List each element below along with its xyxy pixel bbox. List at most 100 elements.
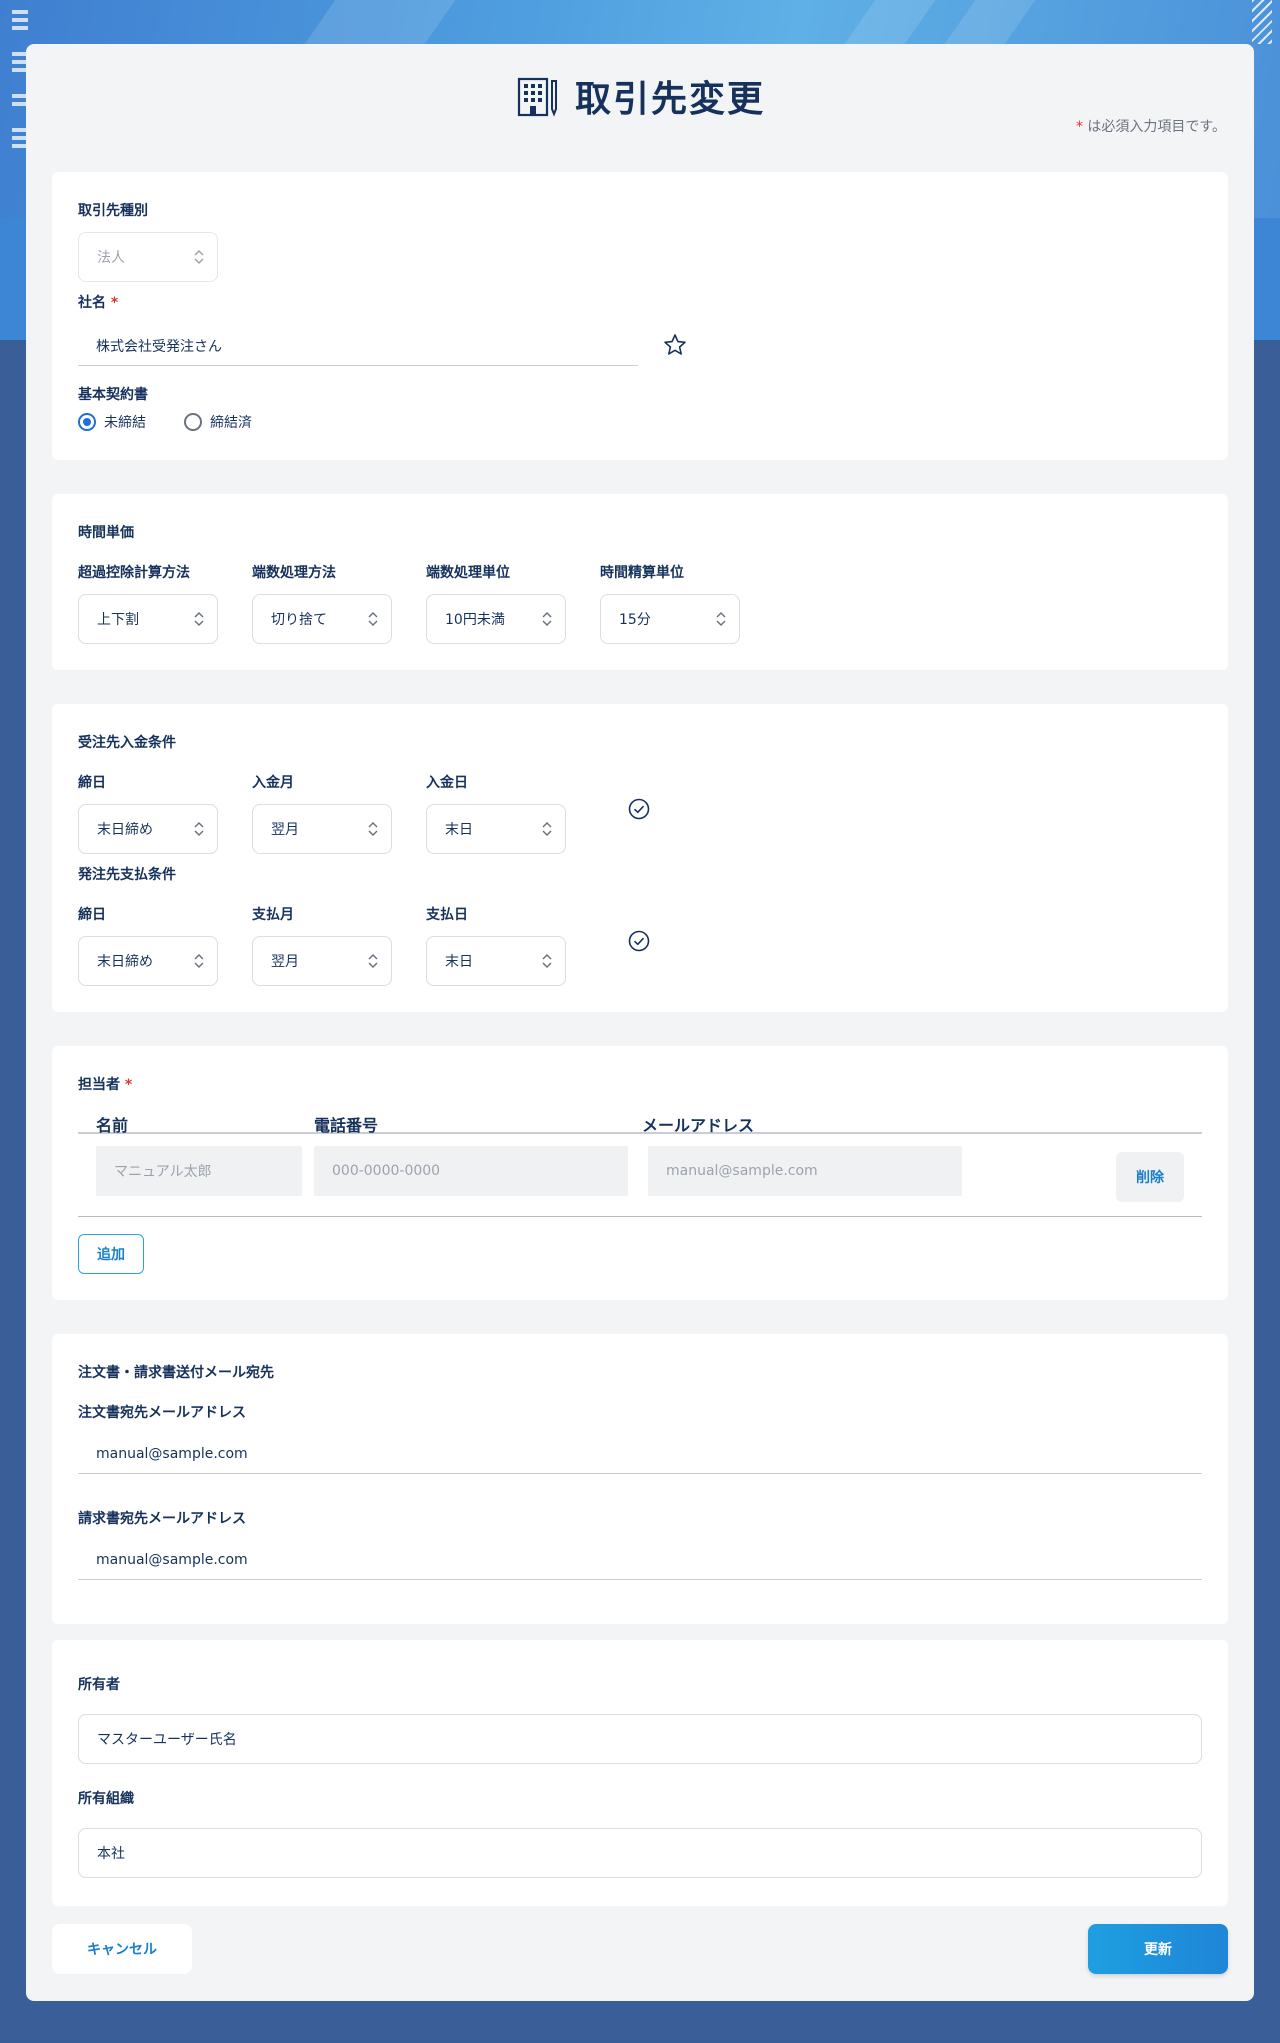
receive-day-label: 入金日 [426, 775, 468, 791]
radio-checked-icon [78, 413, 96, 431]
page-title: 取引先変更 [574, 79, 765, 120]
mail-section-label: 注文書・請求書送付メール宛先 [78, 1365, 274, 1381]
pay-month-select[interactable]: 翌月 [252, 936, 392, 986]
select-value: 15分 [619, 612, 651, 628]
chevron-updown-icon [368, 821, 378, 837]
contacts-label: 担当者 * [78, 1074, 132, 1094]
chevron-updown-icon [368, 611, 378, 627]
chevron-updown-icon [716, 611, 726, 627]
contract-radio-signed[interactable]: 締結済 [184, 412, 252, 432]
select-value: 切り捨て [271, 612, 327, 628]
owner-label: 所有者 [78, 1677, 120, 1693]
contacts-table-header: 名前 電話番号 メールアドレス [78, 1112, 1202, 1135]
invoice-email-label: 請求書宛先メールアドレス [78, 1511, 246, 1527]
check-circle-icon[interactable] [626, 796, 652, 822]
receive-closing-select[interactable]: 末日締め [78, 804, 218, 854]
rounding-method-label: 端数処理方法 [252, 565, 336, 581]
building-icon [517, 77, 557, 117]
cancel-button[interactable]: キャンセル [52, 1924, 192, 1974]
check-circle-icon[interactable] [626, 928, 652, 954]
time-unit-select[interactable]: 15分 [600, 594, 740, 644]
radio-label: 未締結 [104, 415, 146, 431]
owner-input[interactable]: マスターユーザー氏名 [78, 1714, 1202, 1764]
corner-decoration [1252, 0, 1272, 44]
client-type-label: 取引先種別 [78, 203, 148, 219]
overtime-method-label: 超過控除計算方法 [78, 565, 190, 581]
input-placeholder: manual@sample.com [666, 1163, 818, 1179]
contact-name-input[interactable]: マニュアル太郎 [96, 1146, 302, 1196]
radio-unchecked-icon [184, 413, 202, 431]
chevron-updown-icon [194, 249, 204, 265]
company-name-input[interactable]: 株式会社受発注さん [78, 326, 638, 366]
invoice-email-input[interactable]: manual@sample.com [78, 1540, 1202, 1580]
owner-card: 所有者 マスターユーザー氏名 所有組織 本社 [52, 1640, 1228, 1906]
update-button[interactable]: 更新 [1088, 1924, 1228, 1974]
radio-label: 締結済 [210, 415, 252, 431]
contract-label: 基本契約書 [78, 387, 148, 403]
invoice-email-value: manual@sample.com [96, 1551, 248, 1568]
rounding-unit-select[interactable]: 10円未満 [426, 594, 566, 644]
contact-email-input[interactable]: manual@sample.com [648, 1146, 962, 1196]
column-name: 名前 [96, 1116, 129, 1135]
select-value: 末日 [445, 822, 473, 838]
rounding-method-select[interactable]: 切り捨て [252, 594, 392, 644]
client-type-value: 法人 [97, 250, 125, 266]
chevron-updown-icon [194, 953, 204, 969]
edit-client-modal: 取引先変更 * は必須入力項目です。 取引先種別 法人 社名 * 株式会社受発注… [26, 44, 1254, 2001]
select-value: 末日締め [97, 822, 153, 838]
receive-month-label: 入金月 [252, 775, 294, 791]
select-value: 末日締め [97, 954, 153, 970]
order-email-label: 注文書宛先メールアドレス [78, 1405, 246, 1421]
contacts-card: 担当者 * 名前 電話番号 メールアドレス マニュアル太郎 000-0000-0… [52, 1046, 1228, 1300]
pay-day-label: 支払日 [426, 907, 468, 923]
select-value: 上下割 [97, 612, 139, 628]
hourly-rate-card: 時間単価 超過控除計算方法 端数処理方法 端数処理単位 時間精算単位 上下割 切… [52, 494, 1228, 670]
receive-section-label: 受注先入金条件 [78, 735, 176, 751]
overtime-method-select[interactable]: 上下割 [78, 594, 218, 644]
owner-value: マスターユーザー氏名 [97, 1732, 237, 1748]
bg-stripe [844, 0, 936, 44]
contact-phone-input[interactable]: 000-0000-0000 [314, 1146, 628, 1196]
input-placeholder: マニュアル太郎 [114, 1164, 212, 1180]
chevron-updown-icon [542, 611, 552, 627]
pay-section-label: 発注先支払条件 [78, 867, 176, 883]
select-value: 末日 [445, 954, 473, 970]
company-name-value: 株式会社受発注さん [96, 338, 222, 355]
required-note-text: は必須入力項目です。 [1082, 119, 1226, 135]
chevron-updown-icon [542, 953, 552, 969]
order-email-input[interactable]: manual@sample.com [78, 1434, 1202, 1474]
required-note: * は必須入力項目です。 [1076, 116, 1226, 136]
contract-radio-unsigned[interactable]: 未締結 [78, 412, 146, 432]
receive-month-select[interactable]: 翌月 [252, 804, 392, 854]
input-placeholder: 000-0000-0000 [332, 1163, 441, 1179]
row-divider [78, 1216, 1202, 1217]
chevron-updown-icon [368, 953, 378, 969]
add-contact-button[interactable]: 追加 [78, 1234, 144, 1274]
hourly-section-label: 時間単価 [78, 525, 134, 541]
time-unit-label: 時間精算単位 [600, 565, 684, 581]
select-value: 翌月 [271, 822, 299, 838]
chevron-updown-icon [194, 611, 204, 627]
company-name-label-text: 社名 [78, 295, 106, 311]
receive-day-select[interactable]: 末日 [426, 804, 566, 854]
company-name-label: 社名 * [78, 292, 118, 312]
chevron-updown-icon [542, 821, 552, 837]
payment-conditions-card: 受注先入金条件 締日 入金月 入金日 末日締め 翌月 末日 発注先支払条件 締日… [52, 704, 1228, 1012]
chevron-updown-icon [194, 821, 204, 837]
star-icon[interactable] [662, 332, 688, 358]
required-star: * [110, 295, 119, 311]
pay-closing-select[interactable]: 末日締め [78, 936, 218, 986]
pay-day-select[interactable]: 末日 [426, 936, 566, 986]
column-phone: 電話番号 [314, 1116, 379, 1135]
org-value: 本社 [97, 1846, 125, 1862]
basic-info-card: 取引先種別 法人 社名 * 株式会社受発注さん 基本契約書 未締結 締結済 [52, 172, 1228, 460]
select-value: 10円未満 [445, 612, 505, 628]
client-type-select[interactable]: 法人 [78, 232, 218, 282]
bg-stripe [944, 0, 1036, 44]
org-input[interactable]: 本社 [78, 1828, 1202, 1878]
modal-header: 取引先変更 * は必須入力項目です。 [26, 44, 1254, 172]
required-star: * [124, 1077, 133, 1093]
delete-contact-button[interactable]: 削除 [1116, 1152, 1184, 1202]
org-label: 所有組織 [78, 1791, 134, 1807]
receive-closing-label: 締日 [78, 775, 106, 791]
